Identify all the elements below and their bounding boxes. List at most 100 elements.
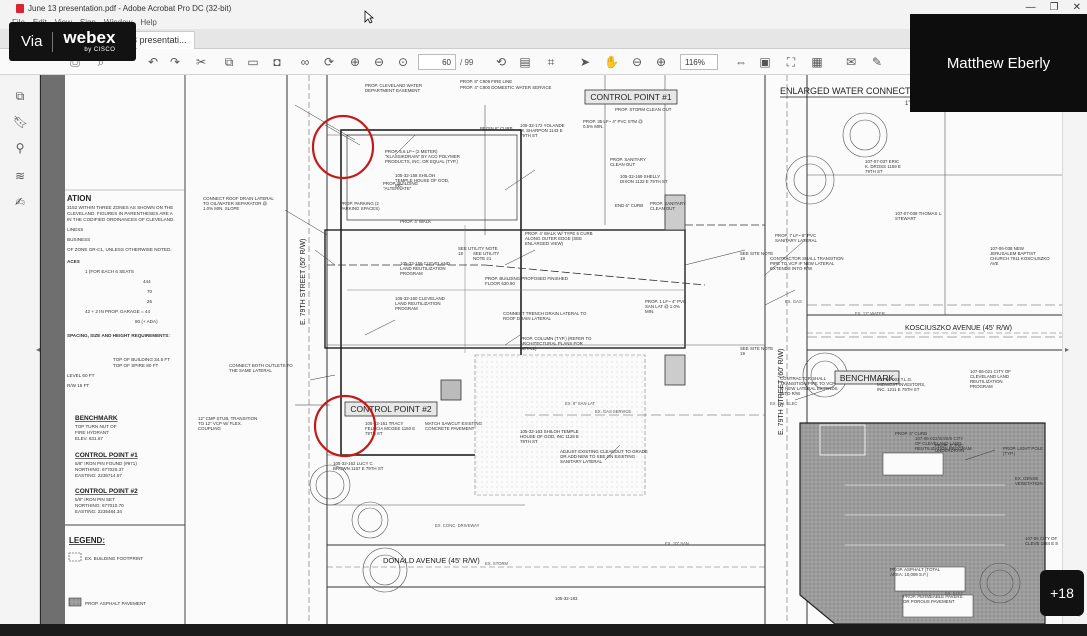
- webex-via-label: Via: [21, 33, 43, 50]
- zoom-level-select[interactable]: 116%: [680, 54, 718, 70]
- page-thumbnails-icon[interactable]: ⧉: [13, 89, 27, 103]
- comment-icon[interactable]: ✉: [844, 55, 858, 69]
- utility-label: EX. OH. ELEC: [770, 401, 797, 406]
- height-req-row: R/W 15 FT: [67, 383, 89, 388]
- height-req-row: TOP OF BUILDING 34.5 FT: [113, 357, 170, 362]
- zoom-in-icon[interactable]: ⊕: [654, 55, 668, 69]
- height-req-row: TOP OF SPIRE 80 FT: [113, 363, 158, 368]
- camera-icon[interactable]: ◘: [270, 55, 284, 69]
- speaker-name: Matthew Eberly: [946, 54, 1051, 72]
- callout-note: PROP. 5.6 LF~ (2 METER) "KLASSIKDRAIN" BY…: [385, 149, 460, 164]
- collapse-left-pane-icon[interactable]: ◂: [36, 345, 40, 354]
- signature-icon[interactable]: ✍: [13, 195, 27, 209]
- callout-note: CONTRACTOR SHALL TRANSITION PIPE TO VCP I…: [770, 256, 844, 271]
- utility-label: EX. GAS: [785, 299, 802, 304]
- redo-icon[interactable]: ↷: [168, 55, 182, 69]
- attachment-icon[interactable]: ⚲: [13, 141, 27, 155]
- benchmark-line: TOP TURN NUT OF: [75, 424, 117, 429]
- callout-note: SEE SITE NOTE 18: [740, 251, 773, 261]
- pen-icon[interactable]: ✎: [870, 55, 884, 69]
- parcel-label: 107-07-037 ERIC K. DROSS 1159 E 79TH ST: [865, 159, 901, 174]
- benchmark-heading: BENCHMARK: [75, 415, 118, 422]
- callout-note: PROP. STORM CLEAN OUT: [615, 107, 672, 112]
- parcel-label: 107-07-038 THOMAS L. STEWART: [895, 211, 942, 221]
- fit-page-icon[interactable]: ▣: [758, 55, 772, 69]
- parcel-label: 107-06-001 T.L.G. MIDWEST INVESTORS, INC. …: [877, 377, 925, 392]
- parcel-label: 105-32-183: [555, 596, 578, 601]
- zoning-note: 3152 WITHIN THREE ZONES AS SHOWN ON THE: [67, 205, 173, 210]
- binoculars-icon[interactable]: ∞: [298, 55, 312, 69]
- utility-label: EX. ELEC: [945, 591, 964, 596]
- parcel-label: 105-32-169 SHELLY DIXON 1132 E 79TH ST: [620, 174, 668, 184]
- control-point-1-tag: CONTROL POINT #1: [590, 92, 672, 102]
- callout-note: PROP. CLEVELAND WATER DEPARTMENT EASEMENT: [365, 83, 422, 93]
- expand-right-pane-icon[interactable]: ▸: [1065, 345, 1069, 354]
- right-tools-pane: ▸ ▴ ▾: [1062, 75, 1087, 624]
- cp2-line: EASTING: 2235484.34: [75, 509, 122, 514]
- callout-note: PROP. 4' WALK: [400, 219, 431, 224]
- callout-note: CONNECT TRENCH DRAIN LATERAL TO ROOF DRAI…: [503, 311, 587, 321]
- annotation-circle-top: [311, 114, 375, 180]
- copy-icon[interactable]: ⧉: [222, 55, 236, 69]
- full-screen-icon[interactable]: ⛶: [784, 55, 798, 69]
- parcel-label: 105-32-162 LUCY C BROWN 1167 E 79TH ST: [333, 461, 384, 471]
- bookmark-icon[interactable]: 🔖︎: [13, 115, 28, 129]
- close-button[interactable]: ✕: [1073, 2, 1081, 13]
- callout-note: PROP. 4" C900 DOMESTIC WATER SERVICE: [460, 85, 551, 90]
- document-viewport[interactable]: CONTROL POINT #1 CONTROL POINT #2 BENCHM…: [41, 75, 1062, 624]
- bottom-strip: [0, 624, 1087, 636]
- more-participants-button[interactable]: +18: [1040, 570, 1084, 616]
- hand-tool-icon[interactable]: ✋: [604, 55, 619, 69]
- callout-note: SEE SITE NOTE 19: [740, 346, 773, 356]
- zoning-note: OF ZONE GR-C1, UNLESS OTHERWISE NOTED.: [67, 247, 172, 252]
- utility-label: EX. 10" SAN: [665, 541, 689, 546]
- page-number-input[interactable]: 60: [418, 54, 456, 70]
- zoom-out-icon[interactable]: ⊖: [630, 55, 644, 69]
- callout-note: PROP. SANITARY CLEAN OUT: [610, 157, 646, 167]
- cut-icon[interactable]: ✂: [194, 55, 208, 69]
- fit-width-icon[interactable]: ⇔: [734, 55, 748, 69]
- zoning-note: 26: [147, 299, 153, 304]
- active-speaker-tile[interactable]: Matthew Eberly: [910, 14, 1087, 112]
- maximize-button[interactable]: ❐: [1050, 2, 1059, 13]
- street-label-kosciuszko: KOSCIUSZKO AVENUE (45' R/W): [905, 325, 1012, 332]
- callout-note: MATCH SAWCUT EXISTING CONCRETE PAVEMENT: [425, 421, 483, 431]
- window-title: June 13 presentation.pdf - Adobe Acrobat…: [28, 3, 232, 13]
- legend-heading: LEGEND:: [69, 536, 105, 545]
- menu-help[interactable]: Help: [140, 18, 156, 27]
- cp1-line: NORTHING: 677020.37: [75, 467, 124, 472]
- next-page-icon[interactable]: ⊖: [372, 55, 386, 69]
- zoning-note: 42 + 2 IN PROP. GARAGE = 44: [85, 309, 150, 314]
- rotate-view-icon[interactable]: ⟲: [494, 55, 508, 69]
- first-page-icon[interactable]: ⊙: [396, 55, 410, 69]
- zoning-note: 1 (FOR EACH 6 SEATS: [85, 269, 134, 274]
- street-label-west: E. 79TH STREET (50' R/W): [300, 239, 307, 325]
- benchmark-line: FIRE HYDRANT: [75, 430, 109, 435]
- layers-icon[interactable]: ≋: [13, 169, 27, 183]
- more-participants-count: +18: [1050, 585, 1074, 601]
- parcel-label: 107-06-038 NEW JERUSALEM BAPTIST CHURCH 79…: [990, 246, 1050, 266]
- minimize-button[interactable]: —: [1026, 2, 1036, 13]
- parcel-label: 107-06-021 CITY OF CLEVELAND LAND REUTILIZ…: [970, 369, 1011, 389]
- cp1-heading: CONTROL POINT #1: [75, 452, 138, 459]
- prev-page-icon[interactable]: ⊕: [348, 55, 362, 69]
- callout-note: SEE UTILITY NOTE 21: [473, 251, 499, 261]
- paste-icon[interactable]: ▭: [246, 55, 260, 69]
- pages-icon[interactable]: ▤: [518, 55, 532, 69]
- utility-label: EX. STORM: [485, 561, 508, 566]
- cp1-line: EASTING: 2235714.57: [75, 473, 122, 478]
- utility-label: EX. CONC. DRIVEWAY: [435, 523, 480, 528]
- zoning-note: BUSINESS: [67, 237, 90, 242]
- parcel-label: 105-32-172 YOLANDE M. SHARPON 1143 E 79TH …: [520, 123, 565, 138]
- select-tool-icon[interactable]: ➤: [578, 55, 592, 69]
- crop-icon[interactable]: ⌗: [544, 55, 558, 69]
- parcel-label: 105-32-161 TRACY FELECIA MCGEE 1160 E 79TH…: [365, 421, 415, 436]
- page-total: / 99: [460, 58, 474, 67]
- left-navigation-pane: ⧉ 🔖︎ ⚲ ≋ ✍ ◂: [0, 75, 40, 624]
- read-mode-icon[interactable]: ▦: [810, 55, 824, 69]
- parcel-label: 105-32-160 CLEVELAND LAND REUTILIZATION PR…: [395, 296, 445, 311]
- undo-icon[interactable]: ↶: [146, 55, 160, 69]
- webex-brand: webex: [63, 28, 116, 47]
- callout-note: PROP. PARKING (2 PARKING SPACES): [340, 201, 380, 211]
- rotate-icon[interactable]: ⟳: [322, 55, 336, 69]
